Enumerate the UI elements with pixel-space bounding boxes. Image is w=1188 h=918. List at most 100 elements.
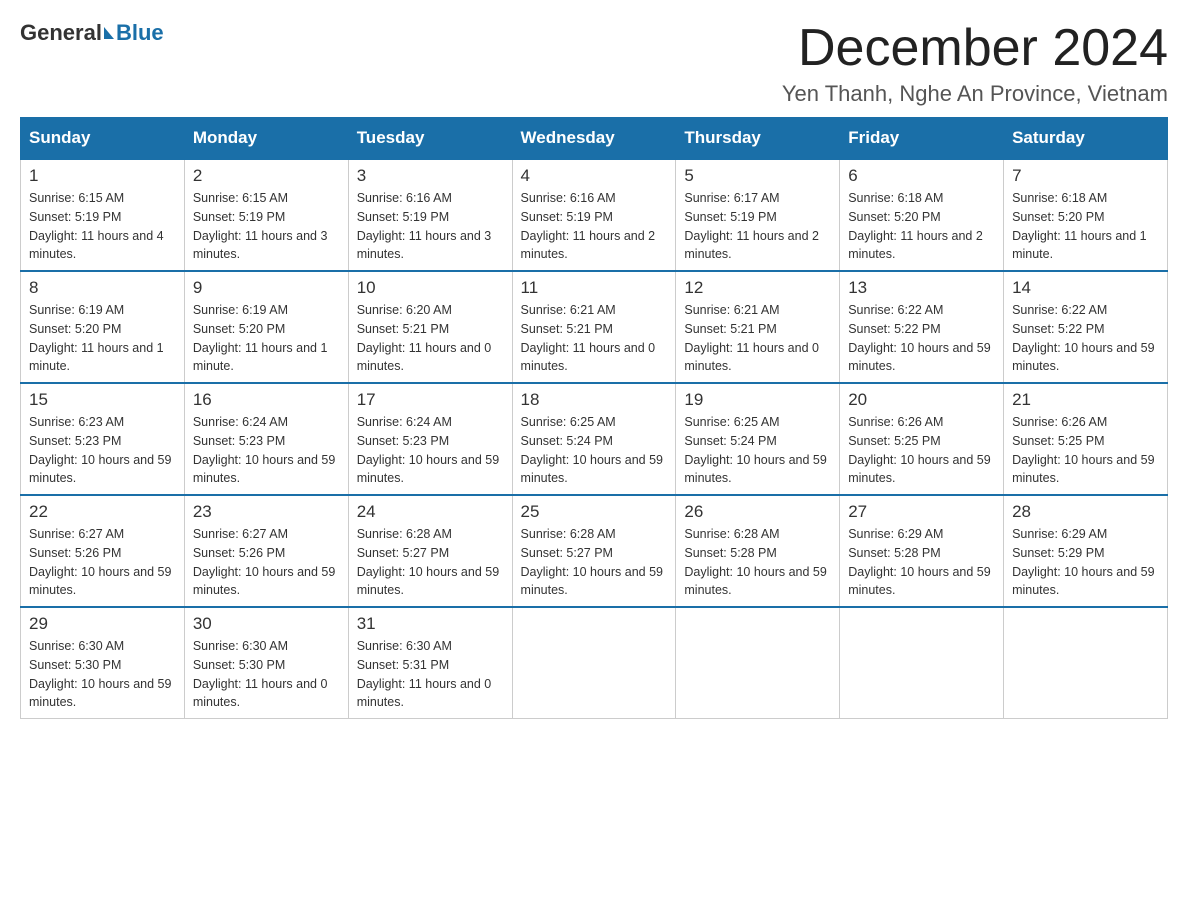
calendar-cell: 18 Sunrise: 6:25 AMSunset: 5:24 PMDaylig… [512, 383, 676, 495]
day-number: 4 [521, 166, 668, 186]
day-info: Sunrise: 6:22 AMSunset: 5:22 PMDaylight:… [1012, 303, 1154, 373]
day-number: 3 [357, 166, 504, 186]
weekday-header-row: SundayMondayTuesdayWednesdayThursdayFrid… [21, 118, 1168, 160]
weekday-header-sunday: Sunday [21, 118, 185, 160]
day-info: Sunrise: 6:26 AMSunset: 5:25 PMDaylight:… [848, 415, 990, 485]
page-header: General Blue December 2024 Yen Thanh, Ng… [20, 20, 1168, 107]
weekday-header-wednesday: Wednesday [512, 118, 676, 160]
weekday-header-monday: Monday [184, 118, 348, 160]
day-number: 15 [29, 390, 176, 410]
day-info: Sunrise: 6:28 AMSunset: 5:27 PMDaylight:… [521, 527, 663, 597]
day-info: Sunrise: 6:30 AMSunset: 5:30 PMDaylight:… [29, 639, 171, 709]
calendar-cell: 23 Sunrise: 6:27 AMSunset: 5:26 PMDaylig… [184, 495, 348, 607]
day-number: 30 [193, 614, 340, 634]
logo: General Blue [20, 20, 164, 46]
day-number: 7 [1012, 166, 1159, 186]
day-info: Sunrise: 6:24 AMSunset: 5:23 PMDaylight:… [357, 415, 499, 485]
day-number: 5 [684, 166, 831, 186]
day-number: 6 [848, 166, 995, 186]
calendar-cell: 24 Sunrise: 6:28 AMSunset: 5:27 PMDaylig… [348, 495, 512, 607]
calendar-week-row: 29 Sunrise: 6:30 AMSunset: 5:30 PMDaylig… [21, 607, 1168, 719]
day-number: 14 [1012, 278, 1159, 298]
calendar-cell [840, 607, 1004, 719]
calendar-cell: 10 Sunrise: 6:20 AMSunset: 5:21 PMDaylig… [348, 271, 512, 383]
calendar-week-row: 1 Sunrise: 6:15 AMSunset: 5:19 PMDayligh… [21, 159, 1168, 271]
calendar-cell: 11 Sunrise: 6:21 AMSunset: 5:21 PMDaylig… [512, 271, 676, 383]
title-block: December 2024 Yen Thanh, Nghe An Provinc… [782, 20, 1168, 107]
calendar-cell [676, 607, 840, 719]
day-info: Sunrise: 6:27 AMSunset: 5:26 PMDaylight:… [193, 527, 335, 597]
day-number: 9 [193, 278, 340, 298]
day-number: 23 [193, 502, 340, 522]
calendar-cell: 20 Sunrise: 6:26 AMSunset: 5:25 PMDaylig… [840, 383, 1004, 495]
day-info: Sunrise: 6:22 AMSunset: 5:22 PMDaylight:… [848, 303, 990, 373]
day-info: Sunrise: 6:19 AMSunset: 5:20 PMDaylight:… [29, 303, 164, 373]
day-info: Sunrise: 6:15 AMSunset: 5:19 PMDaylight:… [29, 191, 164, 261]
calendar-cell: 4 Sunrise: 6:16 AMSunset: 5:19 PMDayligh… [512, 159, 676, 271]
calendar-cell: 3 Sunrise: 6:16 AMSunset: 5:19 PMDayligh… [348, 159, 512, 271]
calendar-cell: 1 Sunrise: 6:15 AMSunset: 5:19 PMDayligh… [21, 159, 185, 271]
day-number: 2 [193, 166, 340, 186]
day-info: Sunrise: 6:27 AMSunset: 5:26 PMDaylight:… [29, 527, 171, 597]
day-number: 19 [684, 390, 831, 410]
calendar-cell: 14 Sunrise: 6:22 AMSunset: 5:22 PMDaylig… [1004, 271, 1168, 383]
day-info: Sunrise: 6:30 AMSunset: 5:30 PMDaylight:… [193, 639, 328, 709]
calendar-cell: 22 Sunrise: 6:27 AMSunset: 5:26 PMDaylig… [21, 495, 185, 607]
weekday-header-friday: Friday [840, 118, 1004, 160]
day-info: Sunrise: 6:25 AMSunset: 5:24 PMDaylight:… [521, 415, 663, 485]
day-info: Sunrise: 6:29 AMSunset: 5:29 PMDaylight:… [1012, 527, 1154, 597]
calendar-cell: 13 Sunrise: 6:22 AMSunset: 5:22 PMDaylig… [840, 271, 1004, 383]
calendar-cell: 7 Sunrise: 6:18 AMSunset: 5:20 PMDayligh… [1004, 159, 1168, 271]
calendar-cell: 17 Sunrise: 6:24 AMSunset: 5:23 PMDaylig… [348, 383, 512, 495]
day-number: 12 [684, 278, 831, 298]
day-info: Sunrise: 6:16 AMSunset: 5:19 PMDaylight:… [357, 191, 492, 261]
day-info: Sunrise: 6:19 AMSunset: 5:20 PMDaylight:… [193, 303, 328, 373]
calendar-cell: 8 Sunrise: 6:19 AMSunset: 5:20 PMDayligh… [21, 271, 185, 383]
calendar-cell: 15 Sunrise: 6:23 AMSunset: 5:23 PMDaylig… [21, 383, 185, 495]
day-info: Sunrise: 6:18 AMSunset: 5:20 PMDaylight:… [1012, 191, 1147, 261]
day-number: 24 [357, 502, 504, 522]
day-info: Sunrise: 6:29 AMSunset: 5:28 PMDaylight:… [848, 527, 990, 597]
calendar-week-row: 8 Sunrise: 6:19 AMSunset: 5:20 PMDayligh… [21, 271, 1168, 383]
day-info: Sunrise: 6:28 AMSunset: 5:28 PMDaylight:… [684, 527, 826, 597]
calendar-week-row: 15 Sunrise: 6:23 AMSunset: 5:23 PMDaylig… [21, 383, 1168, 495]
logo-triangle-icon [104, 27, 114, 39]
logo-general-text: General [20, 20, 102, 46]
calendar-cell: 30 Sunrise: 6:30 AMSunset: 5:30 PMDaylig… [184, 607, 348, 719]
weekday-header-thursday: Thursday [676, 118, 840, 160]
calendar-cell: 26 Sunrise: 6:28 AMSunset: 5:28 PMDaylig… [676, 495, 840, 607]
day-number: 26 [684, 502, 831, 522]
day-number: 21 [1012, 390, 1159, 410]
day-number: 8 [29, 278, 176, 298]
day-number: 25 [521, 502, 668, 522]
calendar-cell: 25 Sunrise: 6:28 AMSunset: 5:27 PMDaylig… [512, 495, 676, 607]
location-title: Yen Thanh, Nghe An Province, Vietnam [782, 81, 1168, 107]
calendar-cell: 28 Sunrise: 6:29 AMSunset: 5:29 PMDaylig… [1004, 495, 1168, 607]
calendar-cell: 6 Sunrise: 6:18 AMSunset: 5:20 PMDayligh… [840, 159, 1004, 271]
day-info: Sunrise: 6:28 AMSunset: 5:27 PMDaylight:… [357, 527, 499, 597]
logo-blue-text: Blue [116, 20, 164, 46]
day-number: 22 [29, 502, 176, 522]
calendar-cell: 5 Sunrise: 6:17 AMSunset: 5:19 PMDayligh… [676, 159, 840, 271]
day-number: 28 [1012, 502, 1159, 522]
calendar-cell: 29 Sunrise: 6:30 AMSunset: 5:30 PMDaylig… [21, 607, 185, 719]
day-info: Sunrise: 6:23 AMSunset: 5:23 PMDaylight:… [29, 415, 171, 485]
weekday-header-saturday: Saturday [1004, 118, 1168, 160]
day-number: 16 [193, 390, 340, 410]
day-number: 20 [848, 390, 995, 410]
day-info: Sunrise: 6:26 AMSunset: 5:25 PMDaylight:… [1012, 415, 1154, 485]
day-info: Sunrise: 6:21 AMSunset: 5:21 PMDaylight:… [684, 303, 819, 373]
calendar-cell [512, 607, 676, 719]
calendar-cell: 27 Sunrise: 6:29 AMSunset: 5:28 PMDaylig… [840, 495, 1004, 607]
calendar-table: SundayMondayTuesdayWednesdayThursdayFrid… [20, 117, 1168, 719]
day-number: 11 [521, 278, 668, 298]
calendar-cell: 2 Sunrise: 6:15 AMSunset: 5:19 PMDayligh… [184, 159, 348, 271]
day-info: Sunrise: 6:24 AMSunset: 5:23 PMDaylight:… [193, 415, 335, 485]
day-info: Sunrise: 6:30 AMSunset: 5:31 PMDaylight:… [357, 639, 492, 709]
day-number: 29 [29, 614, 176, 634]
day-number: 1 [29, 166, 176, 186]
calendar-cell [1004, 607, 1168, 719]
calendar-cell: 9 Sunrise: 6:19 AMSunset: 5:20 PMDayligh… [184, 271, 348, 383]
day-info: Sunrise: 6:20 AMSunset: 5:21 PMDaylight:… [357, 303, 492, 373]
day-info: Sunrise: 6:18 AMSunset: 5:20 PMDaylight:… [848, 191, 983, 261]
